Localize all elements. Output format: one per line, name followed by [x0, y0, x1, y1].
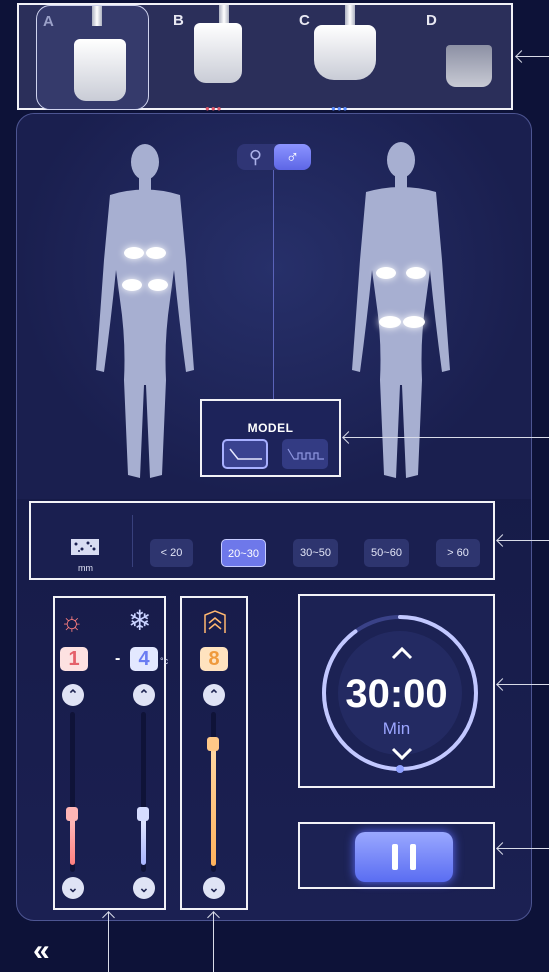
timer-up-button[interactable] — [390, 645, 414, 663]
front-body-figure[interactable] — [90, 140, 200, 485]
sun-wave-icon — [204, 610, 226, 633]
thickness-option-lt20[interactable]: < 20 — [150, 539, 193, 567]
timer-value: 30:00 — [345, 672, 448, 716]
cool-up-button[interactable]: ⌃ — [133, 684, 155, 706]
back-button[interactable]: « — [33, 934, 50, 968]
vacuum-up-button[interactable]: ⌃ — [203, 684, 225, 706]
handpiece-selector: A B ●●● C ●●● D — [17, 3, 514, 113]
handpiece-a-stem — [92, 6, 102, 26]
connector-line — [273, 170, 274, 400]
handpiece-c-label: C — [299, 12, 310, 29]
timer-unit: Min — [382, 719, 411, 738]
handpiece-d-device-icon — [446, 45, 492, 87]
gender-toggle[interactable]: ⚲ ♂ — [237, 144, 311, 170]
thickness-unit: mm — [78, 563, 93, 573]
arrow-handpiece-icon — [515, 50, 528, 63]
model-selector: MODEL — [200, 399, 341, 477]
vacuum-level: 8 — [200, 647, 228, 671]
heat-down-button[interactable]: ⌄ — [62, 877, 84, 899]
handpiece-c[interactable]: C ●●● — [289, 5, 399, 113]
pulse-wave-icon — [287, 448, 324, 460]
step-wave-icon — [229, 448, 262, 460]
handpiece-d[interactable]: D — [414, 5, 514, 110]
thickness-option-30-50[interactable]: 30~50 — [293, 539, 338, 567]
handpiece-b[interactable]: B ●●● — [159, 5, 269, 113]
cool-level: 4 — [130, 647, 158, 671]
handpiece-d-label: D — [426, 12, 437, 29]
cool-sign: - — [115, 650, 121, 667]
heat-level: 1 — [60, 647, 88, 671]
handpiece-a[interactable]: A — [36, 5, 149, 110]
thickness-option-50-60[interactable]: 50~60 — [364, 539, 409, 567]
model-pulse-button[interactable] — [282, 439, 328, 469]
pause-icon-left — [392, 844, 398, 870]
handpiece-c-indicator: ●●● — [331, 104, 349, 113]
timer-down-button[interactable] — [390, 746, 414, 764]
handpiece-a-device-icon — [74, 39, 126, 101]
back-body-figure[interactable] — [346, 140, 456, 485]
handpiece-b-stem — [219, 5, 229, 25]
cool-slider-knob[interactable] — [137, 807, 149, 821]
handpiece-c-stem — [345, 5, 355, 25]
handpiece-c-device-icon — [314, 25, 376, 80]
handpiece-a-label: A — [43, 13, 54, 30]
cool-slider-fill — [141, 815, 146, 865]
heat-slider-fill — [70, 815, 75, 865]
handpiece-b-device-icon — [194, 23, 242, 83]
thickness-option-20-30[interactable]: 20~30 — [221, 539, 266, 567]
heat-icon: ☼ — [60, 606, 84, 636]
annotation-line-model — [343, 437, 549, 438]
vacuum-down-button[interactable]: ⌄ — [203, 877, 225, 899]
handpiece-b-indicator: ●●● — [205, 104, 223, 113]
pause-button[interactable] — [355, 832, 453, 882]
cool-down-button[interactable]: ⌄ — [133, 877, 155, 899]
male-icon[interactable]: ♂ — [274, 144, 311, 170]
vacuum-slider-knob[interactable] — [207, 737, 219, 751]
heat-up-button[interactable]: ⌃ — [62, 684, 84, 706]
model-title: MODEL — [247, 421, 294, 435]
snowflake-icon: ❄ — [128, 605, 152, 636]
model-step-button[interactable] — [222, 439, 268, 469]
thickness-divider — [132, 515, 133, 567]
handpiece-b-label: B — [173, 12, 184, 29]
pause-icon-right — [410, 844, 416, 870]
fat-thickness-icon — [71, 539, 99, 555]
cool-unit: °c — [160, 656, 169, 666]
vacuum-slider-fill — [211, 744, 216, 866]
female-icon[interactable]: ⚲ — [237, 144, 274, 170]
thickness-option-gt60[interactable]: > 60 — [436, 539, 480, 567]
heat-slider-knob[interactable] — [66, 807, 78, 821]
